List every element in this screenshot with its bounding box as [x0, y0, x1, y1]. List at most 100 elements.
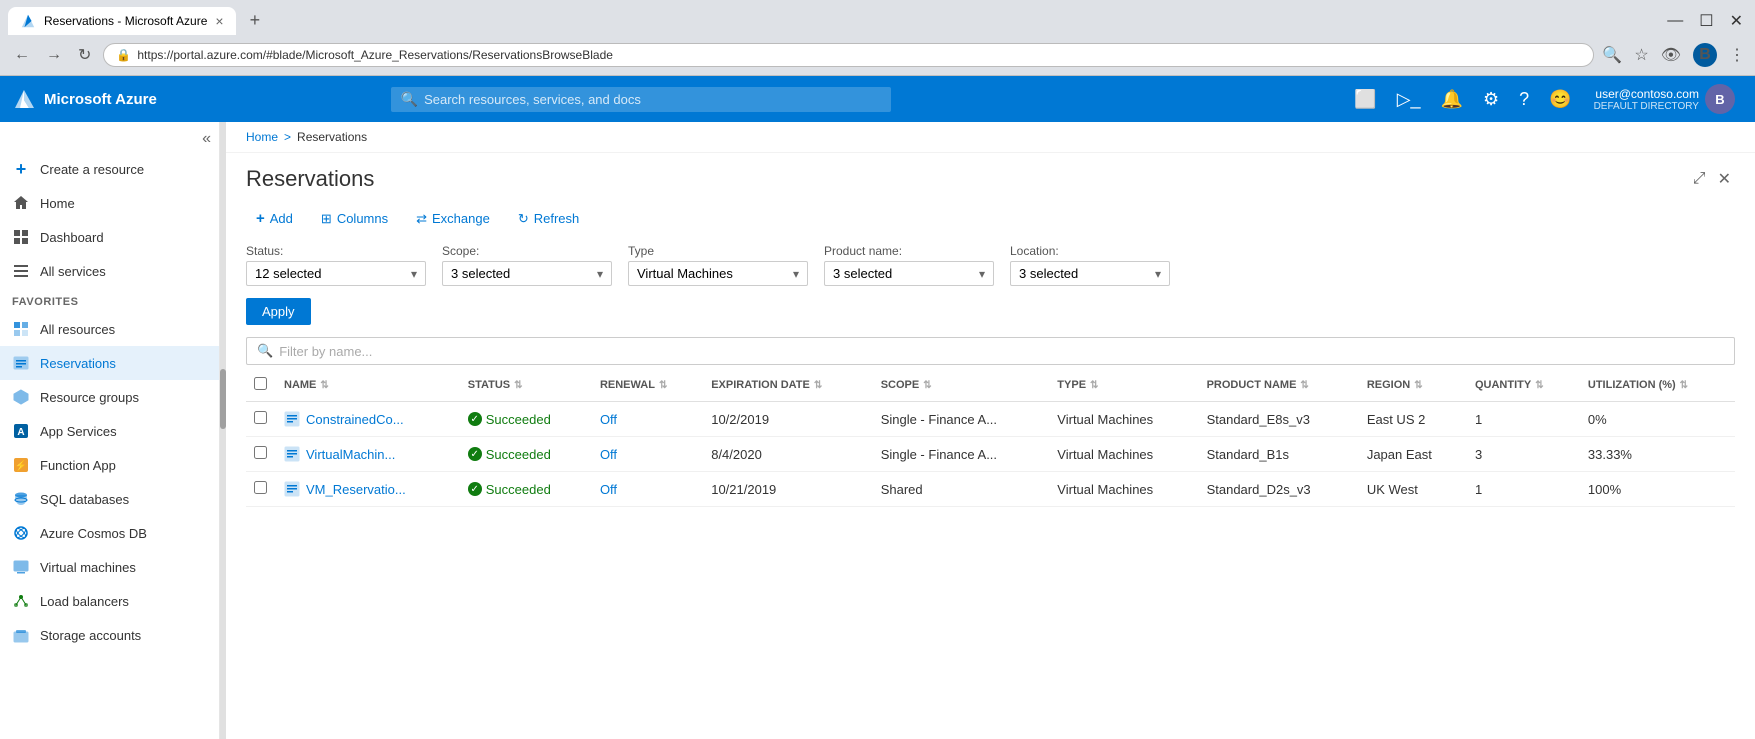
sort-icon: ⇅ [923, 380, 931, 391]
sidebar-scrollbar[interactable] [220, 122, 226, 739]
column-header-expiration[interactable]: EXPIRATION DATE ⇅ [703, 369, 872, 402]
profile-avatar[interactable]: B [1693, 43, 1717, 67]
column-header-name[interactable]: NAME ⇅ [276, 369, 460, 402]
popout-button[interactable]: ⤢ [1689, 165, 1710, 193]
menu-icon[interactable]: ⋮ [1729, 45, 1745, 65]
azure-logo-text: Microsoft Azure [44, 91, 157, 108]
row-renewal[interactable]: Off [600, 482, 617, 497]
help-icon[interactable]: ? [1513, 83, 1535, 116]
column-header-status[interactable]: STATUS ⇅ [460, 369, 592, 402]
row-checkbox[interactable] [254, 446, 267, 459]
row-quantity: 1 [1475, 482, 1482, 497]
search-input[interactable] [424, 92, 881, 107]
storage-accounts-icon [12, 626, 30, 644]
user-avatar[interactable]: B [1705, 84, 1735, 114]
columns-button[interactable]: ⊞ Columns [311, 206, 398, 232]
reservations-table-container: NAME ⇅ STATUS ⇅ RENEWAL [226, 369, 1755, 739]
row-expiration-cell: 10/2/2019 [703, 402, 872, 437]
row-product-name: Standard_D2s_v3 [1207, 482, 1311, 497]
type-filter-select[interactable]: Virtual Machines ▾ [628, 261, 808, 286]
row-checkbox[interactable] [254, 411, 267, 424]
column-header-region[interactable]: REGION ⇅ [1359, 369, 1467, 402]
sidebar-item-load-balancers[interactable]: Load balancers [0, 584, 219, 618]
status-filter-label: Status: [246, 244, 426, 258]
row-name[interactable]: ConstrainedCo... [306, 412, 404, 427]
row-type: Virtual Machines [1057, 412, 1153, 427]
scope-filter-select[interactable]: 3 selected ▾ [442, 261, 612, 286]
column-header-type[interactable]: TYPE ⇅ [1049, 369, 1198, 402]
sidebar-item-cosmos-db[interactable]: Azure Cosmos DB [0, 516, 219, 550]
minimize-button[interactable]: — [1667, 12, 1683, 30]
exchange-button[interactable]: ⇄ Exchange [406, 206, 500, 232]
row-region: East US 2 [1367, 412, 1426, 427]
sidebar-item-resource-groups[interactable]: Resource groups [0, 380, 219, 414]
refresh-button[interactable]: ↻ Refresh [508, 206, 589, 232]
sidebar-item-all-resources[interactable]: All resources [0, 312, 219, 346]
sidebar-item-label: Reservations [40, 356, 116, 371]
sidebar-item-function-app[interactable]: ⚡ Function App [0, 448, 219, 482]
search-icon[interactable]: 🔍 [1602, 45, 1622, 65]
row-checkbox[interactable] [254, 481, 267, 494]
breadcrumb-home[interactable]: Home [246, 130, 278, 144]
sidebar-item-all-services[interactable]: All services [0, 254, 219, 288]
browser-titlebar: Reservations - Microsoft Azure × + — ☐ ✕ [0, 0, 1755, 35]
sidebar-item-label: All resources [40, 322, 115, 337]
column-header-scope[interactable]: SCOPE ⇅ [873, 369, 1050, 402]
azure-tab-icon [20, 13, 36, 29]
notifications-icon[interactable]: 🔔 [1435, 83, 1469, 116]
column-header-quantity[interactable]: QUANTITY ⇅ [1467, 369, 1580, 402]
tab-close-button[interactable]: × [215, 13, 223, 29]
apply-button[interactable]: Apply [246, 298, 311, 325]
apply-button-row: Apply [226, 294, 1755, 333]
sidebar-item-virtual-machines[interactable]: Virtual machines [0, 550, 219, 584]
back-button[interactable]: ← [10, 42, 34, 68]
row-name[interactable]: VirtualMachin... [306, 447, 395, 462]
filter-by-name-input[interactable] [279, 344, 1724, 359]
azure-search-bar[interactable]: 🔍 [391, 87, 891, 112]
feedback-icon[interactable]: 😊 [1543, 83, 1577, 116]
sidebar-item-dashboard[interactable]: Dashboard [0, 220, 219, 254]
product-name-filter-group: Product name: 3 selected ▾ [824, 244, 994, 286]
portal-icon[interactable]: ⬜ [1348, 83, 1382, 116]
location-filter-label: Location: [1010, 244, 1170, 258]
sidebar-item-storage-accounts[interactable]: Storage accounts [0, 618, 219, 652]
sort-icon: ⇅ [659, 380, 667, 391]
sidebar-collapse-area: « [0, 126, 219, 152]
sidebar-item-app-services[interactable]: A App Services [0, 414, 219, 448]
sidebar-item-sql-databases[interactable]: SQL databases [0, 482, 219, 516]
product-name-filter-select[interactable]: 3 selected ▾ [824, 261, 994, 286]
column-header-utilization[interactable]: UTILIZATION (%) ⇅ [1580, 369, 1735, 402]
sidebar-item-create-resource[interactable]: + Create a resource [0, 152, 219, 186]
status-dot-icon: ✓ [468, 447, 482, 461]
row-renewal[interactable]: Off [600, 412, 617, 427]
sidebar-item-label: Azure Cosmos DB [40, 526, 147, 541]
new-tab-button[interactable]: + [242, 6, 269, 35]
column-header-product-name[interactable]: PRODUCT NAME ⇅ [1199, 369, 1359, 402]
close-page-button[interactable]: ✕ [1714, 165, 1735, 193]
forward-button[interactable]: → [42, 42, 66, 68]
scope-chevron-icon: ▾ [597, 267, 603, 281]
row-quantity-cell: 1 [1467, 472, 1580, 507]
add-button[interactable]: + Add [246, 205, 303, 232]
sidebar-collapse-button[interactable]: « [202, 130, 211, 148]
maximize-button[interactable]: ☐ [1699, 11, 1713, 31]
eye-icon[interactable]: 👁 [1661, 45, 1681, 65]
row-renewal[interactable]: Off [600, 447, 617, 462]
location-filter-select[interactable]: 3 selected ▾ [1010, 261, 1170, 286]
cloud-shell-icon[interactable]: ▷_ [1391, 83, 1427, 116]
sidebar-item-reservations[interactable]: Reservations [0, 346, 219, 380]
user-profile[interactable]: user@contoso.com DEFAULT DIRECTORY B [1586, 80, 1743, 118]
sidebar-scroll-thumb [220, 369, 226, 429]
bookmark-icon[interactable]: ☆ [1634, 45, 1648, 65]
scope-filter-group: Scope: 3 selected ▾ [442, 244, 612, 286]
close-button[interactable]: ✕ [1730, 11, 1743, 31]
status-filter-select[interactable]: 12 selected ▾ [246, 261, 426, 286]
address-bar[interactable]: 🔒 https://portal.azure.com/#blade/Micros… [103, 43, 1594, 67]
row-name[interactable]: VM_Reservatio... [306, 482, 406, 497]
sidebar-item-home[interactable]: Home [0, 186, 219, 220]
refresh-button[interactable]: ↻ [74, 41, 95, 69]
column-header-renewal[interactable]: RENEWAL ⇅ [592, 369, 703, 402]
select-all-checkbox[interactable] [254, 377, 267, 390]
settings-icon[interactable]: ⚙ [1477, 83, 1505, 116]
reservation-row-icon [284, 411, 300, 427]
